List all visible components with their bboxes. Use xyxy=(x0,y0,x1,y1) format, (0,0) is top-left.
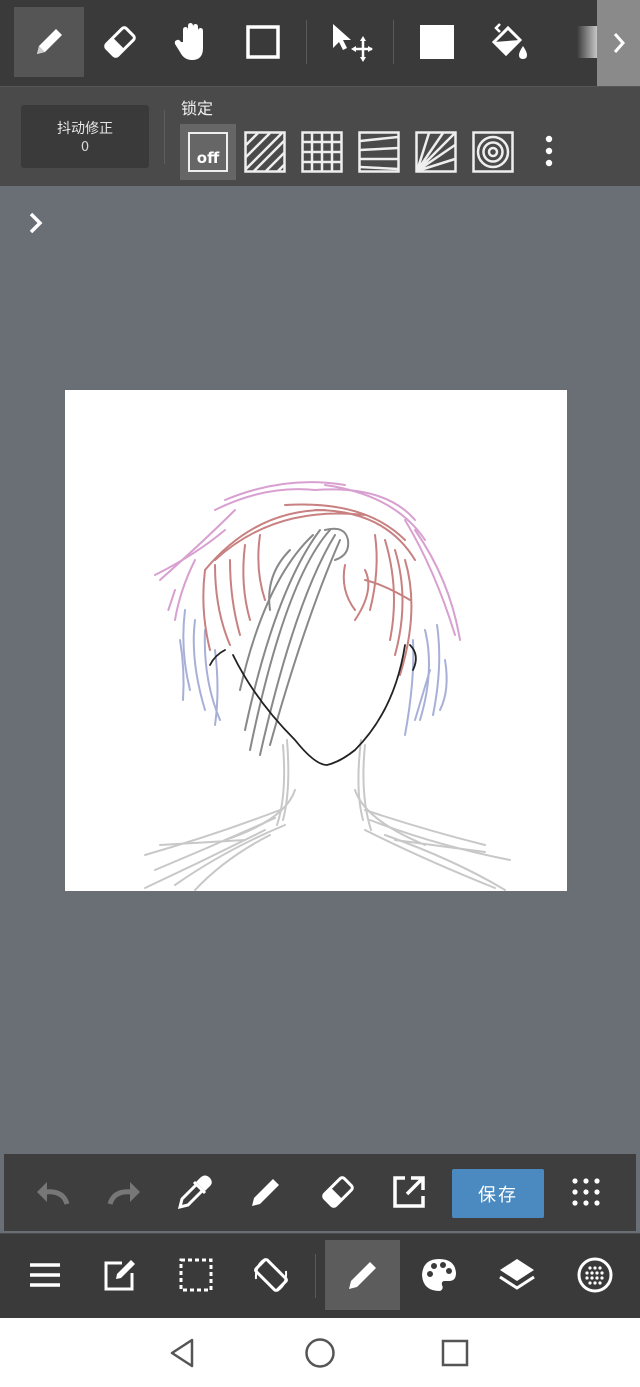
concentric-ruler-button[interactable] xyxy=(465,124,521,180)
recent-apps-icon xyxy=(441,1339,469,1367)
eraser-tool-button[interactable] xyxy=(85,7,155,77)
material-icon xyxy=(577,1257,613,1293)
back-button[interactable] xyxy=(158,1328,208,1378)
home-button[interactable] xyxy=(295,1328,345,1378)
hand-tool-button[interactable] xyxy=(157,7,227,77)
redo-icon xyxy=(107,1182,140,1205)
toolbar-divider xyxy=(393,20,394,64)
fill-color-button[interactable] xyxy=(402,7,472,77)
move-tool-button[interactable] xyxy=(316,7,386,77)
toolbar-more-button[interactable] xyxy=(597,0,640,86)
pen-icon xyxy=(37,29,62,54)
eyedropper-button[interactable] xyxy=(167,1164,223,1220)
menu-button[interactable] xyxy=(10,1240,80,1310)
export-icon xyxy=(393,1176,425,1208)
layers-button[interactable] xyxy=(482,1240,552,1310)
bucket-icon xyxy=(491,23,527,59)
layers-icon xyxy=(499,1259,535,1290)
perspective-ruler-icon xyxy=(358,131,400,173)
parallel-ruler-button[interactable] xyxy=(237,124,293,180)
chevron-right-icon xyxy=(29,212,43,234)
back-icon xyxy=(170,1338,194,1368)
rotate-canvas-button[interactable] xyxy=(236,1240,306,1310)
palette-icon xyxy=(422,1259,456,1291)
rotate-icon xyxy=(254,1258,288,1292)
recent-apps-button[interactable] xyxy=(430,1328,480,1378)
grid-ruler-button[interactable] xyxy=(294,124,350,180)
nav-divider xyxy=(315,1254,316,1298)
drawing-canvas[interactable] xyxy=(65,390,567,891)
off-label: off xyxy=(188,132,228,172)
chevron-right-icon xyxy=(613,33,625,53)
grid-menu-button[interactable] xyxy=(558,1164,614,1220)
pen-icon xyxy=(252,1179,279,1206)
selection-icon xyxy=(179,1258,213,1292)
stabilizer-label: 抖动修正 xyxy=(57,121,113,137)
subtoolbar-divider xyxy=(164,110,165,164)
rectangle-tool-button[interactable] xyxy=(228,7,298,77)
menu-icon xyxy=(30,1263,60,1287)
ruler-off-button[interactable]: off xyxy=(180,124,236,180)
kebab-icon xyxy=(545,135,553,167)
square-fill-icon xyxy=(420,25,454,59)
export-button[interactable] xyxy=(381,1164,437,1220)
home-icon xyxy=(305,1338,335,1368)
eyedropper-icon xyxy=(177,1175,212,1210)
undo-icon xyxy=(37,1182,70,1205)
perspective-ruler-button[interactable] xyxy=(351,124,407,180)
radial-ruler-icon xyxy=(415,131,457,173)
pen-button[interactable] xyxy=(238,1164,294,1220)
material-button[interactable] xyxy=(560,1240,630,1310)
eraser-button[interactable] xyxy=(310,1164,366,1220)
undo-button[interactable] xyxy=(25,1164,81,1220)
stabilizer-button[interactable]: 抖动修正 0 xyxy=(21,105,149,168)
hand-icon xyxy=(174,23,203,60)
brush-icon xyxy=(348,1262,376,1289)
ruler-lock-label: 锁定 xyxy=(181,99,214,118)
redo-button[interactable] xyxy=(96,1164,152,1220)
edit-icon xyxy=(104,1260,135,1291)
parallel-ruler-icon xyxy=(244,131,286,173)
toolbar-divider xyxy=(306,20,307,64)
grid-dots-icon xyxy=(572,1178,600,1206)
rectangle-icon xyxy=(246,25,280,59)
move-icon xyxy=(333,24,373,62)
concentric-ruler-icon xyxy=(472,131,514,173)
pen-tool-button[interactable] xyxy=(14,7,84,77)
brush-button[interactable] xyxy=(325,1240,400,1310)
save-button[interactable]: 保存 xyxy=(452,1169,544,1218)
eraser-icon xyxy=(104,26,136,58)
sketch-artwork xyxy=(144,481,511,891)
expand-panel-button[interactable] xyxy=(22,208,52,238)
edit-canvas-button[interactable] xyxy=(85,1240,155,1310)
radial-ruler-button[interactable] xyxy=(408,124,464,180)
selection-button[interactable] xyxy=(161,1240,231,1310)
bucket-tool-button[interactable] xyxy=(473,7,543,77)
stabilizer-value: 0 xyxy=(80,140,90,155)
palette-button[interactable] xyxy=(404,1240,474,1310)
grid-ruler-icon xyxy=(301,131,343,173)
eraser-icon xyxy=(322,1176,354,1208)
ruler-more-button[interactable] xyxy=(540,134,558,170)
